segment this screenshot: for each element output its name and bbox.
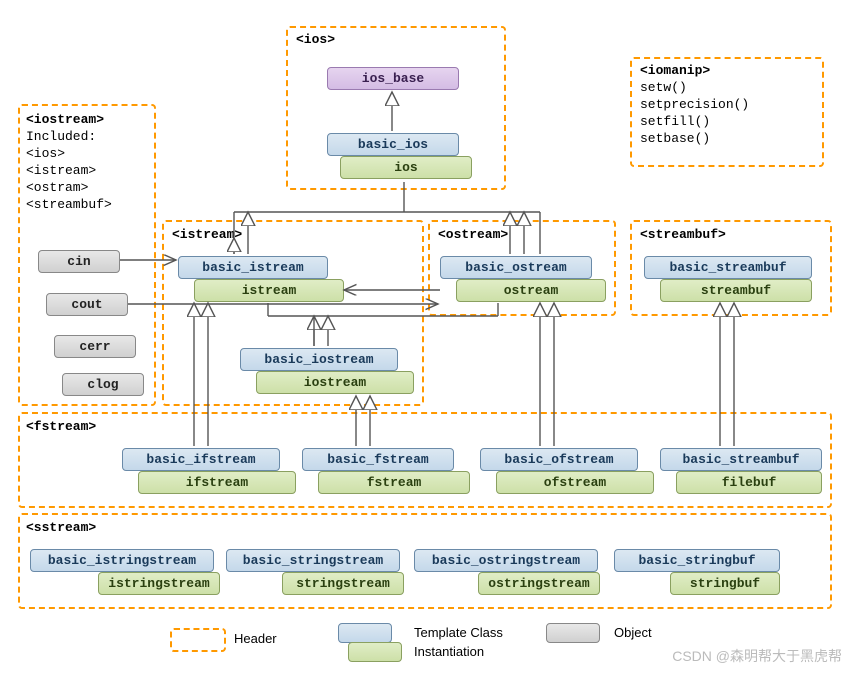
obj-cout: cout [46,293,128,316]
legend-template-lbl: Template Class [414,625,503,640]
class-basic-istringstream: basic_istringstream [30,549,214,572]
class-istringstream: istringstream [98,572,220,595]
class-basic-streambuf: basic_streambuf [644,256,812,279]
class-ofstream: ofstream [496,471,654,494]
class-streambuf: streambuf [660,279,812,302]
class-istream: istream [194,279,344,302]
legend-instantiation-lbl: Instantiation [414,644,484,659]
watermark: CSDN @森明帮大于黑虎帮 [672,646,842,666]
obj-cin: cin [38,250,120,273]
legend-header-lbl: Header [234,631,277,646]
obj-clog: clog [62,373,144,396]
header-istream-label: <istream> [172,227,242,242]
iomanip-setfill: setfill() [640,114,710,129]
class-basic-ostream: basic_ostream [440,256,592,279]
iostream-inc-ios: <ios> [26,146,65,161]
class-basic-streambuf2: basic_streambuf [660,448,822,471]
iostream-inc-istream: <istream> [26,163,96,178]
legend-header-box [170,628,226,652]
class-basic-istream: basic_istream [178,256,328,279]
class-ios-base: ios_base [327,67,459,90]
class-ostream: ostream [456,279,606,302]
obj-cerr: cerr [54,335,136,358]
class-basic-ios: basic_ios [327,133,459,156]
iomanip-setprecision: setprecision() [640,97,749,112]
header-ostream-label: <ostream> [438,227,508,242]
header-fstream-label: <fstream> [26,419,96,434]
header-ios-label: <ios> [296,32,335,47]
class-basic-iostream: basic_iostream [240,348,398,371]
class-basic-stringbuf: basic_stringbuf [614,549,780,572]
legend-instantiation-box [348,642,402,662]
header-streambuf-label: <streambuf> [640,227,726,242]
header-iomanip-label: <iomanip> [640,63,710,78]
iomanip-setw: setw() [640,80,687,95]
class-basic-ifstream: basic_ifstream [122,448,280,471]
legend-object-box [546,623,600,643]
header-sstream-label: <sstream> [26,520,96,535]
class-basic-stringstream: basic_stringstream [226,549,400,572]
iostream-inc-streambuf: <streambuf> [26,197,112,212]
class-basic-ofstream: basic_ofstream [480,448,638,471]
class-fstream: fstream [318,471,470,494]
class-ios: ios [340,156,472,179]
legend-object-lbl: Object [614,625,652,640]
class-iostream: iostream [256,371,414,394]
class-basic-fstream: basic_fstream [302,448,454,471]
header-iostream-label: <iostream> [26,112,104,127]
iostream-included: Included: [26,129,96,144]
class-stringstream: stringstream [282,572,404,595]
class-ostringstream: ostringstream [478,572,600,595]
class-ifstream: ifstream [138,471,296,494]
class-basic-ostringstream: basic_ostringstream [414,549,598,572]
class-filebuf: filebuf [676,471,822,494]
legend-template-box [338,623,392,643]
iostream-inc-ostream: <ostram> [26,180,88,195]
class-stringbuf: stringbuf [670,572,780,595]
iomanip-setbase: setbase() [640,131,710,146]
